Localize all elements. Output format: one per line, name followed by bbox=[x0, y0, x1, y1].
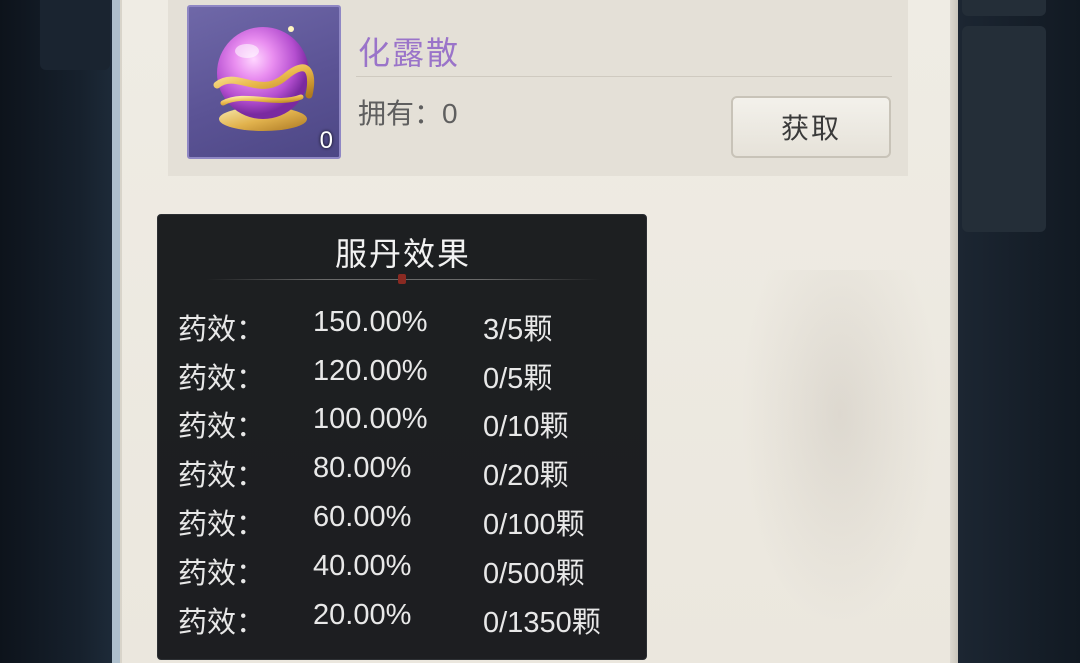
effect-value: 150.00% bbox=[313, 306, 428, 338]
purple-orb-icon bbox=[213, 26, 315, 131]
item-slot[interactable]: 0 bbox=[187, 5, 341, 159]
effect-count: 0/500颗 bbox=[483, 550, 585, 592]
effect-row: 药效： 100.00% 0/10颗 bbox=[158, 403, 648, 451]
effect-row: 药效： 80.00% 0/20颗 bbox=[158, 452, 648, 500]
effect-unit: 颗 bbox=[555, 556, 585, 590]
background-right-tile bbox=[962, 26, 1046, 232]
owned-value: 0 bbox=[442, 98, 458, 129]
effect-label: 药效： bbox=[178, 409, 266, 443]
effect-unit: 颗 bbox=[523, 361, 553, 395]
effect-value: 20.00% bbox=[313, 599, 412, 631]
effect-value: 120.00% bbox=[313, 355, 428, 387]
effect-count: 0/100颗 bbox=[483, 501, 585, 543]
background-right-tile-top bbox=[962, 0, 1046, 16]
effect-value: 100.00% bbox=[313, 403, 428, 435]
effect-row: 药效： 120.00% 0/5颗 bbox=[158, 355, 648, 403]
effect-value: 60.00% bbox=[313, 501, 412, 533]
item-name: 化露散 bbox=[358, 34, 461, 72]
effect-count: 0/20颗 bbox=[483, 452, 568, 494]
effect-unit: 颗 bbox=[539, 458, 569, 492]
background-left bbox=[0, 0, 112, 663]
effect-row: 药效： 40.00% 0/500颗 bbox=[158, 550, 648, 598]
pill-effect-tooltip: 服丹效果 药效： 150.00% 3/5颗 药效： 120.00% 0/5颗 药… bbox=[157, 214, 647, 660]
effect-label: 药效： bbox=[178, 605, 266, 639]
effect-row: 药效： 60.00% 0/100颗 bbox=[158, 501, 648, 549]
item-divider bbox=[356, 76, 892, 77]
effect-count: 0/10颗 bbox=[483, 403, 568, 445]
ink-wash-decoration bbox=[740, 270, 940, 630]
effect-value: 80.00% bbox=[313, 452, 412, 484]
effect-progress: 0/10 bbox=[483, 411, 540, 443]
effect-value: 40.00% bbox=[313, 550, 412, 582]
panel-inner-border bbox=[120, 0, 122, 663]
effect-label: 药效： bbox=[178, 507, 266, 541]
get-button[interactable]: 获取 bbox=[731, 96, 891, 158]
effect-label: 药效： bbox=[178, 312, 266, 346]
effect-progress: 0/100 bbox=[483, 509, 556, 541]
effect-progress: 0/1350 bbox=[483, 607, 572, 639]
effect-row: 药效： 20.00% 0/1350颗 bbox=[158, 599, 648, 647]
effect-label: 药效： bbox=[178, 458, 266, 492]
tooltip-title: 服丹效果 bbox=[334, 235, 471, 273]
effect-unit: 颗 bbox=[523, 312, 553, 346]
effect-progress: 3/5 bbox=[483, 314, 524, 346]
owned-label: 拥有： bbox=[358, 97, 443, 130]
effect-count: 0/5颗 bbox=[483, 355, 552, 397]
background-left-panel bbox=[40, 0, 110, 70]
owned-count: 拥有：0 bbox=[358, 92, 458, 132]
effect-label: 药效： bbox=[178, 556, 266, 590]
panel-right-border bbox=[950, 0, 958, 663]
effect-count: 0/1350颗 bbox=[483, 599, 601, 641]
effect-label: 药效： bbox=[178, 361, 266, 395]
effect-progress: 0/20 bbox=[483, 460, 540, 492]
effect-unit: 颗 bbox=[555, 507, 585, 541]
seal-icon bbox=[398, 274, 406, 284]
effect-unit: 颗 bbox=[571, 605, 601, 639]
effect-progress: 0/5 bbox=[483, 363, 524, 395]
effect-progress: 0/500 bbox=[483, 558, 556, 590]
effect-row: 药效： 150.00% 3/5颗 bbox=[158, 306, 648, 354]
item-count-badge: 0 bbox=[319, 127, 333, 154]
effect-count: 3/5颗 bbox=[483, 306, 552, 348]
effect-unit: 颗 bbox=[539, 409, 569, 443]
